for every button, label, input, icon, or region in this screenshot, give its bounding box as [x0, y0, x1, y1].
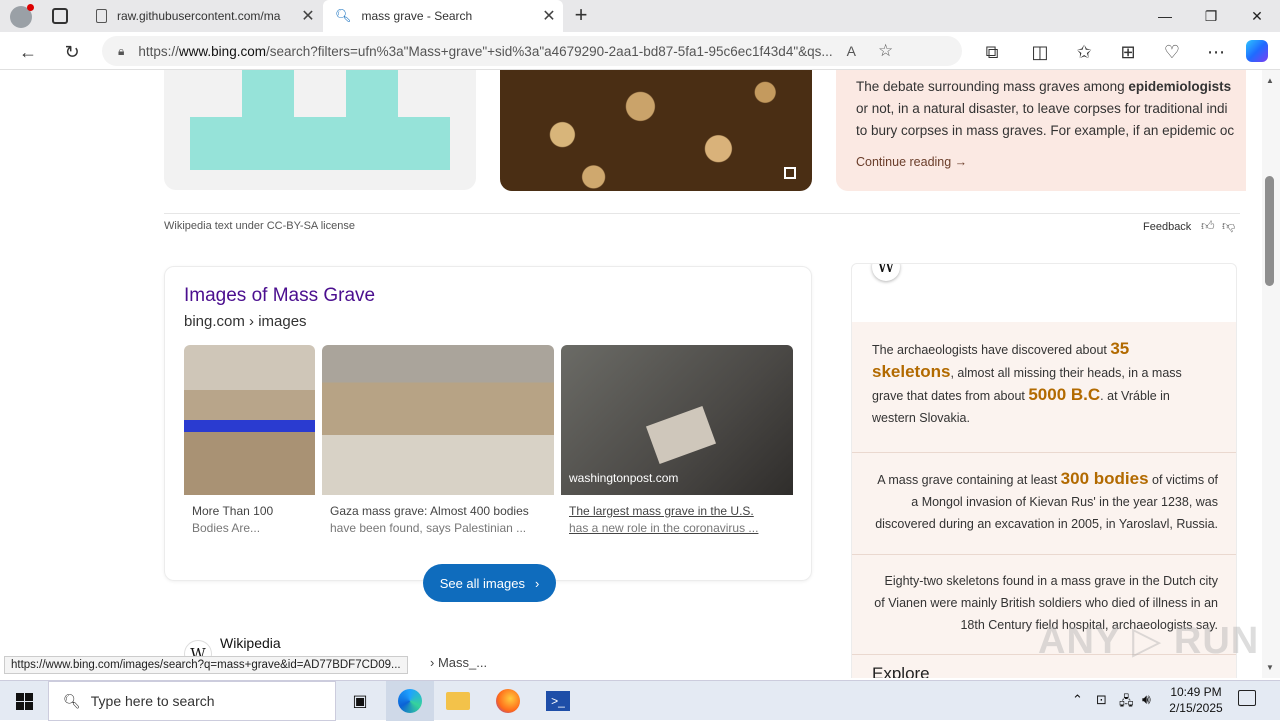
ethernet-icon[interactable]: 🖧︎	[1119, 692, 1134, 714]
chevron-right-icon: ›	[534, 575, 540, 591]
back-icon[interactable]: ←	[16, 40, 40, 64]
close-icon[interactable]: ✕	[535, 6, 563, 26]
taskbar-search-placeholder: Type here to search	[90, 693, 215, 709]
clock[interactable]: 10:49 PM 2/15/2025	[1168, 684, 1224, 716]
url-field[interactable]: 🔒︎ https://www.bing.com/search?filters=u…	[102, 36, 962, 66]
read-aloud-icon[interactable]: A	[847, 43, 856, 59]
images-source: bing.com › images	[184, 313, 307, 330]
close-icon[interactable]: ✕	[294, 6, 322, 26]
images-title[interactable]: Images of Mass Grave	[184, 285, 375, 307]
wikipedia-result-title[interactable]: Wikipedia	[220, 635, 281, 651]
search-icon: 🔍︎	[335, 8, 352, 23]
close-window-button[interactable]: ✕	[1234, 0, 1280, 32]
tab-title: raw.githubusercontent.com/ma	[117, 9, 281, 23]
scrollbar-thumb[interactable]	[1265, 176, 1274, 286]
new-tab-button[interactable]: +	[568, 3, 594, 29]
facts-panel: W The archaeologists have discovered abo…	[851, 263, 1237, 678]
url-path: /search?filters=ufn%3a"Mass+grave"+sid%3…	[265, 43, 833, 59]
powershell-icon[interactable]: >_	[534, 681, 582, 721]
notifications-icon[interactable]	[1238, 690, 1256, 706]
firefox-icon[interactable]	[484, 681, 532, 721]
lock-icon: 🔒︎	[118, 43, 125, 58]
clock-date: 2/15/2025	[1169, 701, 1223, 715]
image-source-overlay: washingtonpost.com	[569, 471, 679, 485]
profile-icon[interactable]	[10, 4, 34, 28]
taskbar: 🔍︎ Type here to search ▣ >_ ⌃ ⊡ 🖧︎ 🔊︎ 10…	[0, 680, 1280, 721]
address-bar-row: ← ↻ 🔒︎ https://www.bing.com/search?filte…	[0, 32, 1280, 70]
tab-search[interactable]: 🔍︎ mass grave - Search ✕	[323, 0, 563, 32]
expand-icon[interactable]	[784, 167, 796, 179]
image-caption: Bodies Are...	[192, 521, 261, 535]
thumbs-down-icon[interactable]: 👎︎	[1222, 218, 1235, 234]
document-icon	[96, 9, 107, 23]
wikipedia-breadcrumb[interactable]: › Mass_...	[430, 655, 487, 670]
see-all-images-button[interactable]: See all images ›	[423, 564, 556, 602]
image-caption: have been found, says Palestinian ...	[330, 521, 527, 535]
volume-icon[interactable]: 🔊︎	[1142, 691, 1151, 708]
split-screen-icon[interactable]: ◫	[1028, 40, 1052, 64]
tray-chevron-icon[interactable]: ⌃	[1072, 692, 1083, 708]
wiki-line-1: The debate surrounding mass graves among…	[856, 79, 1232, 94]
image-caption: The largest mass grave in the U.S.	[569, 504, 754, 518]
image-result-3[interactable]: washingtonpost.com The largest mass grav…	[561, 345, 793, 540]
collections-icon[interactable]: ⊞	[1116, 40, 1140, 64]
refresh-icon[interactable]: ↻	[60, 40, 84, 64]
copilot-icon[interactable]	[1246, 40, 1268, 62]
favorite-star-icon[interactable]: ☆	[878, 41, 893, 61]
clock-time: 10:49 PM	[1170, 685, 1222, 699]
image-caption: More Than 100	[192, 504, 274, 518]
continue-reading-link[interactable]: Continue reading →	[856, 151, 1246, 173]
scrollbar[interactable]: ▲ ▼	[1262, 70, 1280, 678]
status-url-tooltip: https://www.bing.com/images/search?q=mas…	[4, 656, 408, 674]
license-text[interactable]: Wikipedia text under CC-BY-SA license	[164, 220, 355, 232]
skulls-image[interactable]	[500, 70, 812, 191]
tab-title: mass grave - Search	[361, 9, 473, 23]
watermark: ANY ▷ RUN	[1038, 620, 1260, 662]
more-options-icon[interactable]: ⋯	[1204, 40, 1228, 64]
extensions-icon[interactable]: ⧉	[980, 40, 1004, 64]
start-button[interactable]	[0, 681, 48, 721]
url-prefix: https://	[138, 43, 179, 59]
wiki-line-3: to bury corpses in mass graves. For exam…	[856, 123, 1235, 138]
taskbar-search-box[interactable]: 🔍︎ Type here to search	[48, 681, 336, 721]
network-icon[interactable]: ⊡	[1096, 692, 1107, 708]
placeholder-image[interactable]	[164, 70, 476, 190]
image-result-2[interactable]: Gaza mass grave: Almost 400 bodies have b…	[322, 345, 554, 540]
thumbs-up-icon[interactable]: 👍︎	[1201, 218, 1215, 234]
edge-icon[interactable]	[386, 681, 434, 721]
minimize-button[interactable]: —	[1142, 0, 1188, 32]
task-view-icon[interactable]: ▣	[336, 681, 384, 721]
image-caption: has a new role in the coronavirus ...	[569, 521, 759, 535]
wiki-summary-card: The debate surrounding mass graves among…	[836, 70, 1246, 191]
windows-icon	[15, 692, 33, 710]
images-card: Images of Mass Grave bing.com › images M…	[164, 266, 812, 602]
divider	[164, 213, 1240, 214]
see-all-label: See all images	[439, 575, 525, 591]
search-icon: 🔍︎	[63, 692, 81, 709]
image-result-1[interactable]: More Than 100 Bodies Are...	[184, 345, 315, 540]
feedback-link[interactable]: Feedback	[1143, 221, 1191, 233]
restore-button[interactable]: ❐	[1188, 0, 1234, 32]
tab-bar: raw.githubusercontent.com/ma ✕ 🔍︎ mass g…	[0, 0, 1280, 32]
fact-2: A mass grave containing at least 300 bod…	[875, 469, 1218, 531]
page-content: The debate surrounding mass graves among…	[0, 70, 1262, 678]
file-explorer-icon[interactable]	[434, 681, 482, 721]
wikipedia-icon: W	[872, 264, 900, 281]
wiki-line-2: or not, in a natural disaster, to leave …	[856, 101, 1228, 116]
image-caption: Gaza mass grave: Almost 400 bodies	[330, 504, 529, 518]
performance-icon[interactable]: ♡	[1160, 40, 1184, 64]
fact-1: The archaeologists have discovered about…	[872, 339, 1182, 425]
tab-actions-icon[interactable]	[52, 8, 68, 24]
url-host: www.bing.com	[178, 43, 266, 59]
facts-next-heading: Explore	[872, 664, 930, 678]
tab-github[interactable]: raw.githubusercontent.com/ma ✕	[88, 0, 322, 32]
favorites-icon[interactable]: ✩	[1072, 40, 1096, 64]
